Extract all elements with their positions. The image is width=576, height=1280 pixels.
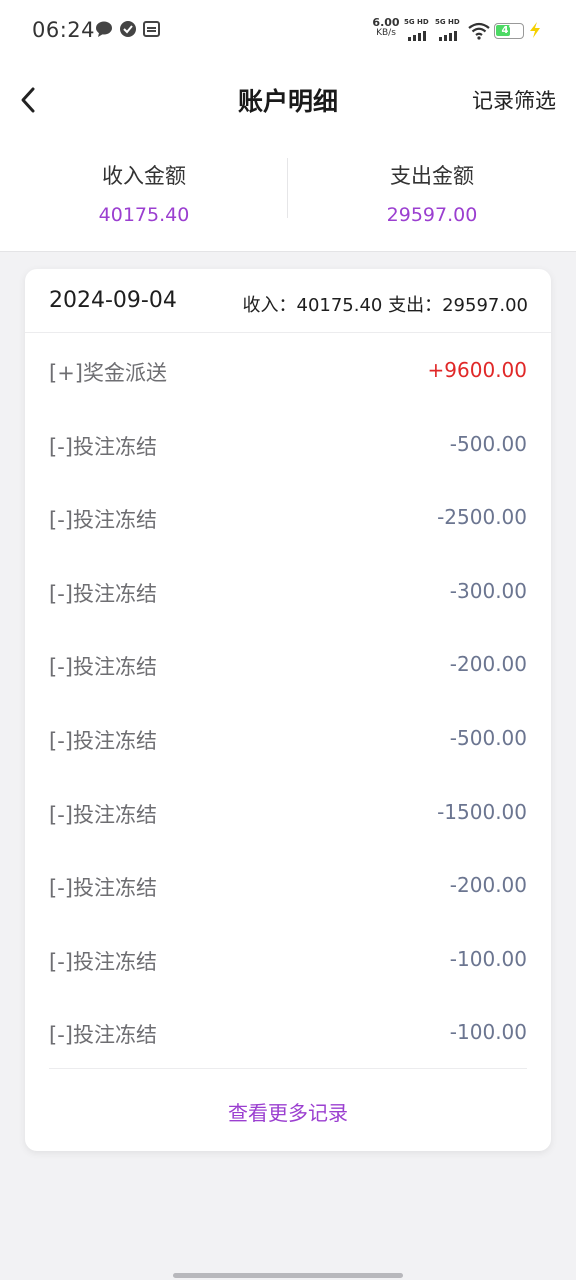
record-date: 2024-09-04 — [49, 288, 177, 313]
record-row[interactable]: [-]投注冻结 -2500.00 — [25, 480, 551, 554]
wifi-icon — [468, 22, 490, 40]
battery-icon: 47 — [494, 23, 524, 39]
income-label: 收入金额 — [102, 164, 186, 188]
status-time: 06:24 — [32, 18, 96, 42]
record-label: [-]投注冻结 — [49, 434, 157, 459]
record-label: [-]投注冻结 — [49, 802, 157, 827]
record-row[interactable]: [-]投注冻结 -1500.00 — [25, 775, 551, 849]
record-row[interactable]: [-]投注冻结 -200.00 — [25, 627, 551, 701]
record-amount: +9600.00 — [427, 358, 527, 382]
signal-icon: 5G HD — [435, 18, 463, 45]
network-speed: 6.00 KB/s — [372, 16, 400, 38]
record-amount: -2500.00 — [437, 505, 527, 530]
record-amount: -100.00 — [449, 1020, 527, 1045]
list-divider — [49, 1068, 527, 1069]
balance-summary: 收入金额 40175.40 支出金额 29597.00 — [0, 138, 576, 252]
record-row[interactable]: [-]投注冻结 -500.00 — [25, 701, 551, 775]
charging-icon — [530, 22, 540, 38]
expense-summary: 支出金额 29597.00 — [288, 160, 576, 226]
record-filter-button[interactable]: 记录筛选 — [472, 85, 556, 115]
record-label: [-]投注冻结 — [49, 508, 157, 533]
status-bar: 06:24 6.00 KB/s 5G HD 5G HD 47 — [0, 0, 576, 60]
record-row[interactable]: [-]投注冻结 -100.00 — [25, 995, 551, 1069]
expense-value: 29597.00 — [386, 204, 478, 226]
record-label: [-]投注冻结 — [49, 581, 157, 606]
home-indicator[interactable] — [173, 1273, 403, 1278]
check-circle-icon — [120, 21, 136, 37]
record-label: [-]投注冻结 — [49, 655, 157, 680]
record-label: [-]投注冻结 — [49, 1023, 157, 1048]
income-summary: 收入金额 40175.40 — [0, 160, 288, 226]
day-header: 2024-09-04 收入：40175.40 支出：29597.00 — [25, 269, 551, 333]
record-row[interactable]: [-]投注冻结 -300.00 — [25, 554, 551, 628]
record-amount: -500.00 — [449, 725, 527, 750]
view-more-records-button[interactable]: 查看更多记录 — [25, 1097, 551, 1126]
account-detail-page: 06:24 6.00 KB/s 5G HD 5G HD 47 账户明细 记录筛选… — [0, 0, 576, 1280]
record-amount: -200.00 — [449, 652, 527, 677]
record-label: [-]投注冻结 — [49, 876, 157, 901]
record-label: [-]投注冻结 — [49, 949, 157, 974]
record-label: [+]奖金派送 — [49, 361, 167, 385]
income-value: 40175.40 — [98, 204, 190, 226]
day-records-card: 2024-09-04 收入：40175.40 支出：29597.00 [+]奖金… — [25, 269, 551, 1151]
day-totals: 收入：40175.40 支出：29597.00 — [242, 295, 529, 316]
signal-icon: 5G HD — [404, 18, 432, 45]
record-row[interactable]: [+]奖金派送 +9600.00 — [25, 333, 551, 407]
record-amount: -100.00 — [449, 946, 527, 971]
record-row[interactable]: [-]投注冻结 -500.00 — [25, 407, 551, 481]
record-label: [-]投注冻结 — [49, 728, 157, 753]
mail-icon — [143, 21, 160, 37]
message-icon — [96, 21, 112, 37]
record-amount: -200.00 — [449, 873, 527, 898]
app-header: 账户明细 记录筛选 — [0, 60, 576, 138]
record-list: [+]奖金派送 +9600.00 [-]投注冻结 -500.00 [-]投注冻结 -250… — [25, 333, 551, 1069]
record-amount: -300.00 — [449, 578, 527, 603]
record-amount: -1500.00 — [437, 799, 527, 824]
record-row[interactable]: [-]投注冻结 -200.00 — [25, 848, 551, 922]
expense-label: 支出金额 — [390, 164, 474, 188]
record-amount: -500.00 — [449, 431, 527, 456]
record-row[interactable]: [-]投注冻结 -100.00 — [25, 922, 551, 996]
